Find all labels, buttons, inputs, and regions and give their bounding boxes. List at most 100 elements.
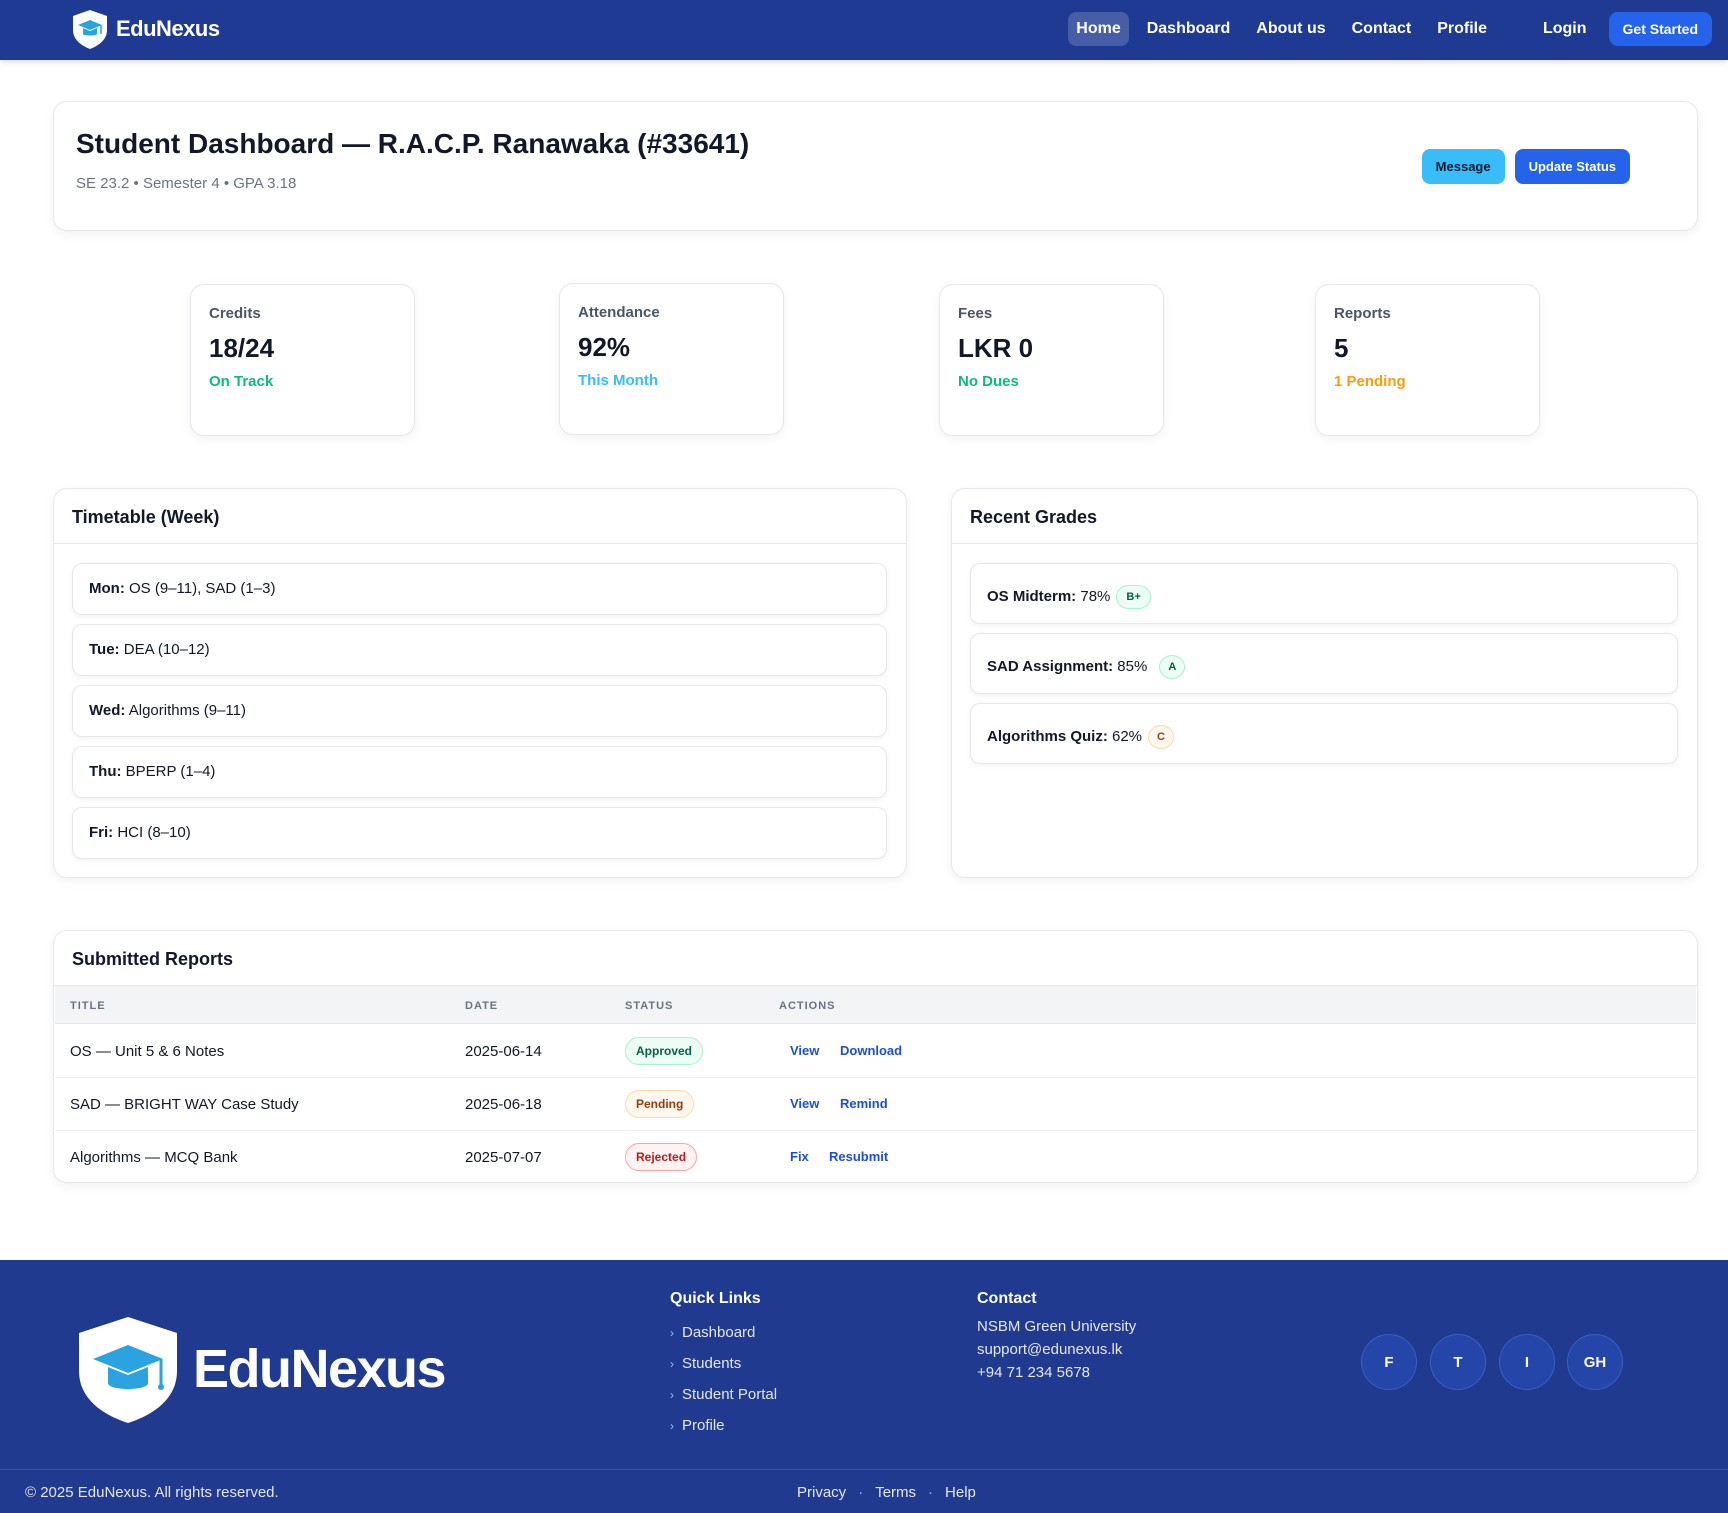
nav-dashboard[interactable]: Dashboard <box>1139 12 1239 46</box>
view-link[interactable]: View <box>790 1096 819 1111</box>
timetable-panel: Timetable (Week) Mon: OS (9–11), SAD (1–… <box>53 488 907 878</box>
report-date: 2025-07-07 <box>465 1149 542 1166</box>
day-label: Fri: <box>89 824 114 841</box>
student-meta: SE 23.2 • Semester 4 • GPA 3.18 <box>76 175 297 192</box>
stat-label: Credits <box>209 305 261 322</box>
grade-score: 85% <box>1117 657 1148 675</box>
report-title: OS — Unit 5 & 6 Notes <box>70 1043 225 1060</box>
day-schedule: HCI (8–10) <box>117 824 191 841</box>
footer-link-dashboard[interactable]: › Dashboard <box>670 1324 755 1341</box>
reports-title: Submitted Reports <box>72 949 234 969</box>
graduation-cap-shield-icon <box>79 1317 177 1423</box>
stat-note: On Track <box>209 373 274 390</box>
day-schedule: OS (9–11), SAD (1–3) <box>129 580 276 597</box>
grade-item: SAD Assignment: 85% A <box>970 633 1678 694</box>
stat-note: 1 Pending <box>1334 373 1406 390</box>
footer-brand[interactable]: EduNexus <box>75 1313 447 1425</box>
privacy-link[interactable]: Privacy <box>797 1484 846 1501</box>
status-badge: Approved <box>625 1037 704 1065</box>
grades-title: Recent Grades <box>970 507 1098 527</box>
graduation-cap-shield-icon <box>73 10 107 49</box>
day-schedule: DEA (10–12) <box>123 641 210 658</box>
grade-item: OS Midterm: 78% B+ <box>970 563 1678 624</box>
footer-link-label: Students <box>682 1355 742 1372</box>
nav-links: Home Dashboard About us Contact Profile … <box>1058 12 1712 46</box>
top-navbar: EduNexus Home Dashboard About us Contact… <box>0 0 1728 60</box>
help-link[interactable]: Help <box>945 1484 976 1501</box>
submitted-reports-panel: Submitted Reports TITLE DATE STATUS ACTI… <box>53 930 1698 1183</box>
stat-value: 18/24 <box>209 333 275 363</box>
status-badge: Rejected <box>625 1143 698 1171</box>
contact-phone[interactable]: +94 71 234 5678 <box>977 1364 1090 1381</box>
facebook-icon[interactable]: F <box>1361 1334 1417 1390</box>
copyright: © 2025 EduNexus. All rights reserved. <box>25 1484 279 1501</box>
terms-link[interactable]: Terms <box>875 1484 916 1501</box>
stat-note: No Dues <box>958 373 1019 390</box>
grade-badge: C <box>1148 725 1174 749</box>
report-date: 2025-06-18 <box>465 1096 542 1113</box>
get-started-button[interactable]: Get Started <box>1608 12 1712 46</box>
download-link[interactable]: Download <box>840 1043 902 1058</box>
nav-profile[interactable]: Profile <box>1429 12 1495 46</box>
remind-link[interactable]: Remind <box>840 1096 888 1111</box>
report-title: Algorithms — MCQ Bank <box>70 1149 238 1166</box>
chevron-right-icon: › <box>670 1419 674 1433</box>
header-actions: Message Update Status <box>1421 149 1630 184</box>
resubmit-link[interactable]: Resubmit <box>829 1149 888 1164</box>
timetable-item: Fri: HCI (8–10) <box>72 807 887 859</box>
github-icon[interactable]: GH <box>1567 1334 1623 1390</box>
timetable-title: Timetable (Week) <box>72 507 220 527</box>
table-row: SAD — BRIGHT WAY Case Study 2025-06-18 P… <box>55 1078 1696 1131</box>
nav-home[interactable]: Home <box>1068 12 1129 46</box>
timetable-item: Mon: OS (9–11), SAD (1–3) <box>72 563 887 615</box>
timetable-item: Wed: Algorithms (9–11) <box>72 685 887 737</box>
grade-score: 78% <box>1080 587 1111 605</box>
stat-card-fees: Fees LKR 0 No Dues <box>939 284 1164 436</box>
table-row: OS — Unit 5 & 6 Notes 2025-06-14 Approve… <box>55 1025 1696 1078</box>
contact-title: Contact <box>977 1290 1037 1307</box>
col-actions: ACTIONS <box>779 1000 836 1012</box>
col-status: STATUS <box>625 1000 674 1012</box>
table-header: TITLE DATE STATUS ACTIONS <box>55 986 1696 1024</box>
col-date: DATE <box>465 1000 499 1012</box>
footer-link-student-portal[interactable]: › Student Portal <box>670 1386 777 1403</box>
day-label: Tue: <box>89 641 120 658</box>
report-date: 2025-06-14 <box>465 1043 542 1060</box>
brand[interactable]: EduNexus <box>70 8 220 50</box>
nav-contact[interactable]: Contact <box>1344 12 1420 46</box>
day-label: Wed: <box>89 702 126 719</box>
footer-link-label: Dashboard <box>682 1324 756 1341</box>
table-row: Algorithms — MCQ Bank 2025-07-07 Rejecte… <box>55 1131 1696 1182</box>
stat-value: LKR 0 <box>958 333 1034 363</box>
footer-link-label: Student Portal <box>682 1386 778 1403</box>
view-link[interactable]: View <box>790 1043 819 1058</box>
stat-value: 92% <box>578 332 631 362</box>
footer-link-profile[interactable]: › Profile <box>670 1417 725 1434</box>
stat-card-credits: Credits 18/24 On Track <box>190 284 415 436</box>
message-button[interactable]: Message <box>1421 149 1505 184</box>
update-status-button[interactable]: Update Status <box>1514 149 1630 184</box>
timetable-item: Thu: BPERP (1–4) <box>72 746 887 798</box>
report-title: SAD — BRIGHT WAY Case Study <box>70 1096 299 1113</box>
footer-link-students[interactable]: › Students <box>670 1355 741 1372</box>
footer: EduNexus Quick Links › Dashboard › Student… <box>0 1260 1728 1513</box>
day-label: Mon: <box>89 580 125 597</box>
quick-links-title: Quick Links <box>670 1290 761 1307</box>
contact-email[interactable]: support@edunexus.lk <box>977 1341 1122 1358</box>
footer-divider <box>0 1469 1728 1470</box>
grade-name: Algorithms Quiz: <box>987 727 1108 745</box>
instagram-icon[interactable]: I <box>1499 1334 1555 1390</box>
twitter-icon[interactable]: T <box>1430 1334 1486 1390</box>
day-label: Thu: <box>89 763 122 780</box>
day-schedule: BPERP (1–4) <box>125 763 216 780</box>
brand-name: EduNexus <box>116 16 220 41</box>
separator-dot: · <box>858 1484 864 1501</box>
panel-header: Recent Grades <box>952 489 1697 544</box>
legal-links: Privacy · Terms · Help <box>797 1484 976 1501</box>
footer-brand-name: EduNexus <box>193 1339 447 1399</box>
fix-link[interactable]: Fix <box>790 1149 809 1164</box>
nav-login[interactable]: Login <box>1535 12 1595 46</box>
grade-name: SAD Assignment: <box>987 657 1114 675</box>
chevron-right-icon: › <box>670 1326 674 1340</box>
nav-about[interactable]: About us <box>1248 12 1333 46</box>
